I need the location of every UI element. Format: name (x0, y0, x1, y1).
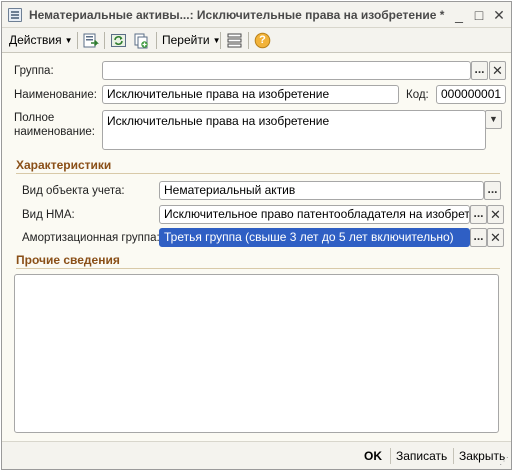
fullname-label-line2: наименование: (14, 126, 95, 138)
save-button[interactable]: Записать (396, 449, 447, 463)
code-label: Код: (406, 89, 429, 101)
fullname-field[interactable]: Исключительные права на изобретение (102, 110, 486, 150)
maximize-button[interactable]: □ (470, 6, 488, 24)
object-type-field[interactable]: Нематериальный актив (159, 181, 484, 200)
minimize-button[interactable]: _ (450, 6, 468, 24)
amort-group-label: Амортизационная группа: (22, 232, 160, 244)
fullname-dropdown-icon[interactable]: ▼ (485, 110, 502, 129)
help-icon[interactable]: ? (254, 32, 271, 49)
goto-menu[interactable]: Перейти ▼ (162, 32, 220, 49)
nma-type-field[interactable]: Исключительное право патентообладателя н… (159, 205, 470, 224)
goto-menu-label: Перейти (162, 33, 210, 47)
save-and-close-icon[interactable] (82, 32, 99, 49)
other-info-memo[interactable] (14, 274, 499, 433)
close-window-button[interactable]: ✕ (490, 6, 508, 24)
section-divider (16, 268, 500, 269)
help-label: ? (259, 34, 266, 46)
actions-menu-label: Действия (9, 33, 62, 47)
object-type-select-button[interactable]: ... (484, 181, 501, 200)
object-type-label: Вид объекта учета: (22, 185, 125, 197)
code-field[interactable]: 000000001 (436, 85, 506, 104)
footer-bar: OK Записать Закрыть ⋰ (2, 441, 511, 469)
section-divider (16, 173, 500, 174)
fullname-label-line1: Полное (14, 112, 55, 124)
amort-group-field[interactable]: Третья группа (свыше 3 лет до 5 лет вклю… (159, 228, 470, 247)
refresh-icon[interactable] (110, 32, 127, 49)
ok-button[interactable]: OK (364, 449, 382, 463)
name-label: Наименование: (14, 89, 97, 101)
toolbar-separator (104, 32, 105, 49)
name-field[interactable]: Исключительные права на изобретение (102, 85, 399, 104)
toolbar-separator (77, 32, 78, 49)
list-structure-icon[interactable] (226, 32, 243, 49)
toolbar-separator (248, 32, 249, 49)
group-label: Группа: (14, 65, 54, 77)
group-select-button[interactable]: ... (471, 61, 488, 80)
characteristics-title: Характеристики (16, 158, 112, 172)
footer-separator (453, 448, 454, 464)
form-icon (8, 8, 22, 22)
window-title: Нематериальные активы...: Исключительные… (29, 8, 445, 22)
group-field[interactable] (102, 61, 471, 80)
toolbar-separator (156, 32, 157, 49)
resize-grip-icon[interactable]: ⋰ (499, 456, 509, 467)
copy-document-icon[interactable] (133, 32, 150, 49)
footer-separator (390, 448, 391, 464)
nma-type-label: Вид НМА: (22, 209, 75, 221)
chevron-down-icon: ▼ (64, 36, 73, 45)
nma-type-clear-icon[interactable]: ✕ (487, 205, 504, 224)
toolbar-separator (220, 32, 221, 49)
amort-group-select-button[interactable]: ... (470, 228, 487, 247)
title-bar: Нематериальные активы...: Исключительные… (2, 2, 511, 28)
group-clear-icon[interactable]: ✕ (489, 61, 506, 80)
toolbar: Действия ▼ Перейти ▼ ? (2, 28, 511, 53)
other-info-title: Прочие сведения (16, 253, 120, 267)
nma-type-select-button[interactable]: ... (470, 205, 487, 224)
window: Нематериальные активы...: Исключительные… (1, 1, 512, 470)
amort-group-clear-icon[interactable]: ✕ (487, 228, 504, 247)
actions-menu[interactable]: Действия ▼ (9, 32, 73, 49)
